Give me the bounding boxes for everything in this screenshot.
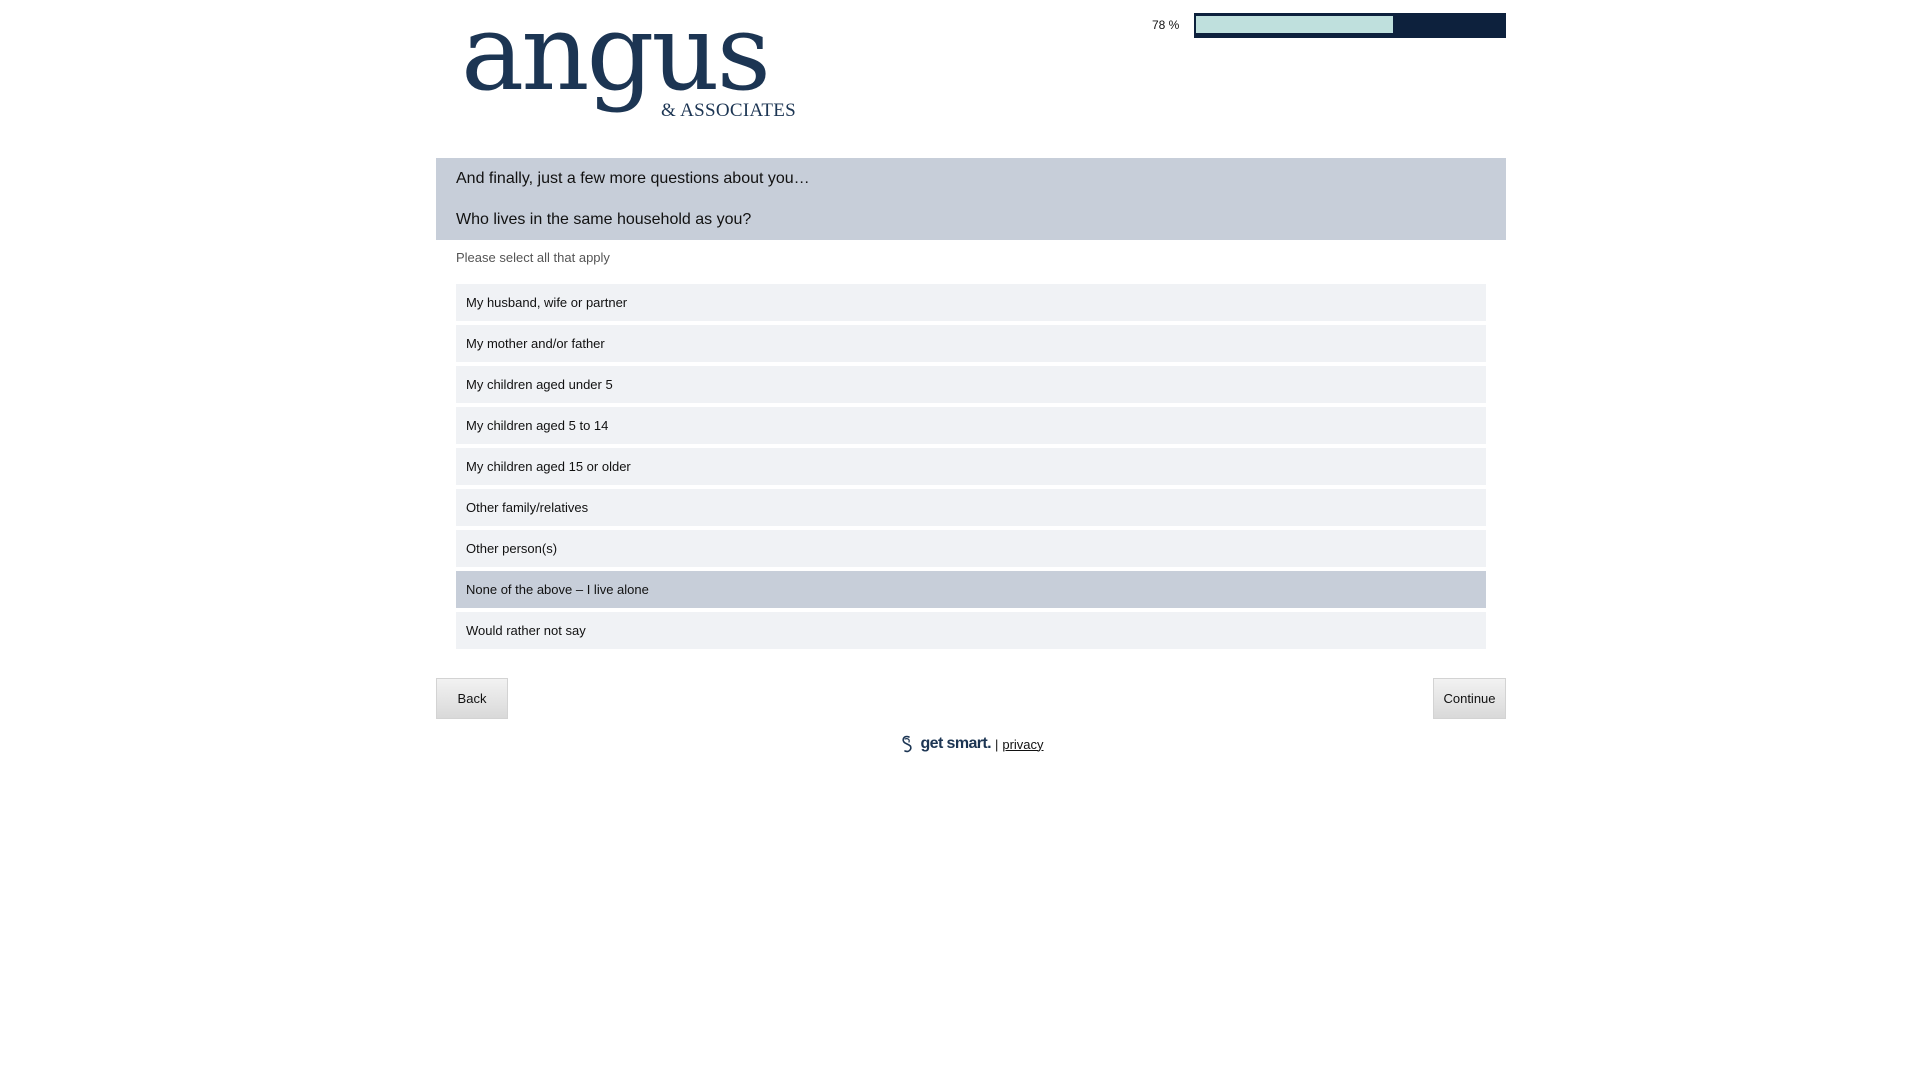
answer-option[interactable]: None of the above – I live alone [456,571,1486,608]
back-button[interactable]: Back [436,678,508,719]
answer-option[interactable]: My husband, wife or partner [456,284,1486,321]
survey-page: angus & ASSOCIATES 78 % And finally, jus… [436,0,1506,754]
progress-bar-fill [1196,16,1393,33]
progress-percent: 78 % [1152,18,1180,32]
answer-option[interactable]: Would rather not say [456,612,1486,649]
section-intro: And finally, just a few more questions a… [456,170,810,187]
privacy-link[interactable]: privacy [1002,737,1043,752]
question-text: Who lives in the same household as you? [456,211,752,228]
question-instruction: Please select all that apply [456,250,610,265]
continue-button[interactable]: Continue [1433,678,1506,719]
answer-option[interactable]: My mother and/or father [456,325,1486,362]
logo-wordmark: angus [461,0,771,114]
logo-subtitle: & ASSOCIATES [661,100,797,121]
progress-bar [1194,13,1506,38]
answer-option[interactable]: My children aged 15 or older [456,448,1486,485]
answer-option[interactable]: Other person(s) [456,530,1486,567]
answer-option[interactable]: My children aged under 5 [456,366,1486,403]
answer-options-list: My husband, wife or partner My mother and… [456,284,1486,649]
navigation-bar: Back Continue [436,678,1506,720]
answer-option[interactable]: Other family/relatives [456,489,1486,526]
get-smart-brand: get smart. [920,735,991,752]
question-header: And finally, just a few more questions a… [436,158,1506,240]
footer-separator: | [994,736,999,752]
footer: get smart. | privacy [436,734,1506,754]
get-smart-logo-icon [902,735,913,753]
angus-associates-logo: angus & ASSOCIATES [461,0,801,134]
answer-option[interactable]: My children aged 5 to 14 [456,407,1486,444]
header: angus & ASSOCIATES 78 % [436,0,1506,158]
